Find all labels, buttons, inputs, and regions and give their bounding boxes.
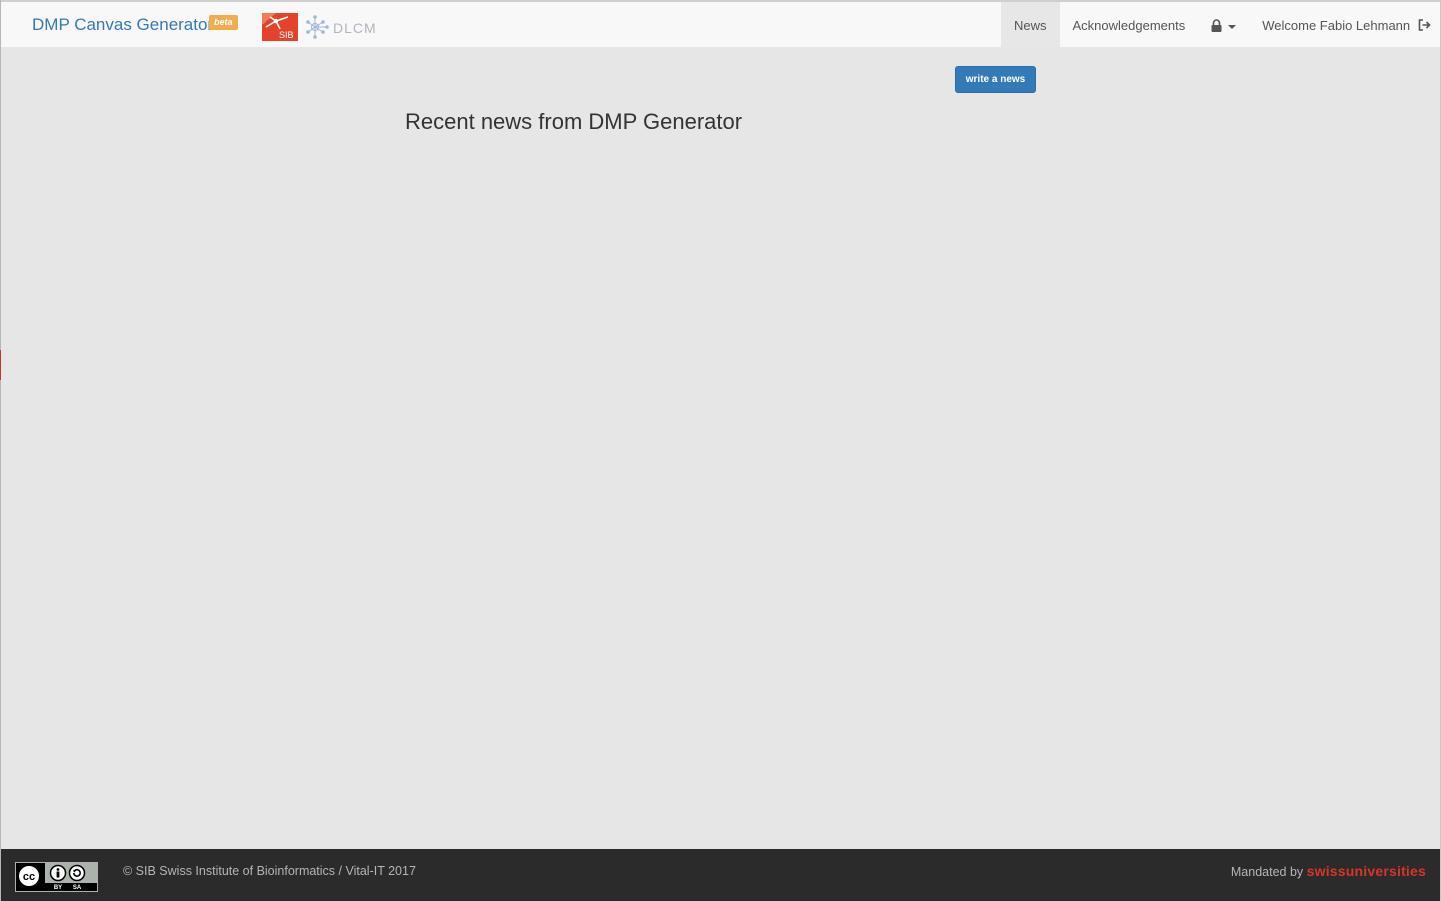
nav-item-news[interactable]: News — [1001, 2, 1060, 48]
welcome-text: Welcome Fabio Lehmann — [1262, 17, 1411, 33]
copyright-text: © SIB Swiss Institute of Bioinformatics … — [123, 864, 416, 878]
page-title: Recent news from DMP Generator — [405, 109, 743, 134]
dlcm-logo[interactable]: DLCM — [304, 13, 380, 41]
user-welcome[interactable]: Welcome Fabio Lehmann — [1249, 2, 1441, 48]
window-left-marker — [0, 350, 1, 380]
write-news-button[interactable]: write a news — [955, 66, 1036, 93]
mandated-prefix: Mandated by — [1230, 865, 1304, 879]
cc-by-text: BY — [54, 885, 62, 891]
sib-logo[interactable]: SIB — [262, 13, 298, 41]
dlcm-logo-text: DLCM — [333, 20, 377, 36]
cc-logo-text: cc — [23, 871, 35, 883]
window-left-border — [0, 0, 1, 901]
cc-sa-text: SA — [73, 885, 82, 891]
nav-menu: News Acknowledgements Welcome Fabio Lehm… — [1001, 2, 1441, 48]
sib-logo-text: SIB — [279, 30, 294, 40]
lock-dropdown[interactable] — [1198, 2, 1249, 48]
mandated-by: Mandated by swissuniversities — [1231, 863, 1426, 879]
chevron-down-icon — [1228, 24, 1237, 29]
beta-badge: beta — [209, 15, 238, 30]
nav-item-acknowledgements[interactable]: Acknowledgements — [1060, 2, 1199, 48]
cc-by-sa-license-icon[interactable]: cc BY SA — [15, 862, 98, 892]
logout-icon[interactable] — [1418, 19, 1431, 31]
lock-icon — [1211, 18, 1222, 32]
swissuniversities-logo[interactable]: swissuniversities — [1307, 863, 1426, 879]
brand-link[interactable]: DMP Canvas Generator — [32, 15, 213, 35]
navbar: DMP Canvas Generator beta SIB DLCM News — [1, 2, 1440, 48]
footer: cc BY SA © SIB Swiss Institute of Bioinf… — [1, 849, 1440, 901]
